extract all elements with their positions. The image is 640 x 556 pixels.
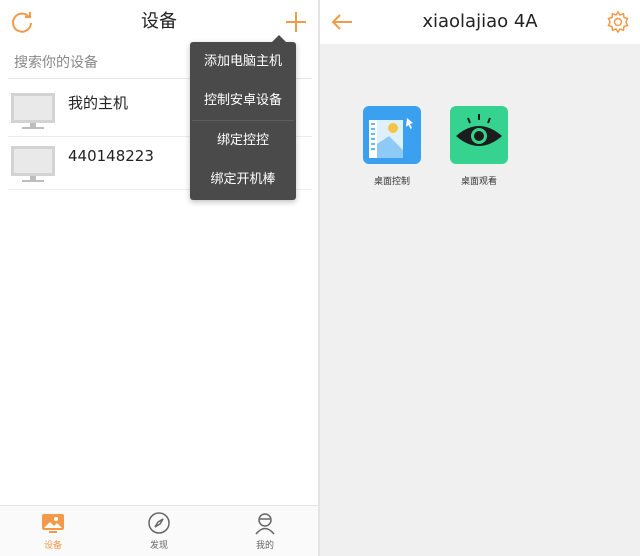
tab-devices[interactable]: 设备 xyxy=(0,506,106,556)
monitor-icon xyxy=(10,145,56,187)
devices-screen: 设备 我的主机 xyxy=(0,0,318,556)
menu-item-control-android[interactable]: 控制安卓设备 xyxy=(190,81,296,120)
profile-icon xyxy=(253,511,277,535)
page-title: 设备 xyxy=(141,11,177,32)
tab-label: 设备 xyxy=(43,541,62,551)
devices-icon xyxy=(41,511,65,535)
add-device-menu: 添加电脑主机 控制安卓设备 绑定控控 绑定开机棒 xyxy=(190,35,296,200)
bottom-tab-bar: 设备 发现 我的 xyxy=(0,505,318,556)
devices-header: 设备 xyxy=(0,0,318,44)
menu-caret xyxy=(272,35,286,42)
tab-profile[interactable]: 我的 xyxy=(212,506,318,556)
monitor-icon xyxy=(10,92,56,134)
compass-icon xyxy=(147,511,171,535)
app-label: 桌面控制 xyxy=(373,177,410,187)
desktop-control-icon xyxy=(363,106,421,164)
app-label: 桌面观看 xyxy=(460,177,497,187)
app-desktop-control[interactable]: 桌面控制 xyxy=(352,106,432,187)
device-title: xiaolajiao 4A xyxy=(422,11,538,32)
tab-discover[interactable]: 发现 xyxy=(106,506,212,556)
device-detail-screen: xiaolajiao 4A 桌面控制 桌面观看 xyxy=(320,0,640,556)
plus-icon[interactable] xyxy=(282,8,310,36)
menu-item-add-pc[interactable]: 添加电脑主机 xyxy=(190,42,296,81)
gear-icon[interactable] xyxy=(604,8,632,36)
tab-label: 发现 xyxy=(149,541,168,551)
detail-header: xiaolajiao 4A xyxy=(320,0,640,44)
device-name: 440148223 xyxy=(68,147,154,165)
app-desktop-watch[interactable]: 桌面观看 xyxy=(439,106,519,187)
menu-item-bind-boot-stick[interactable]: 绑定开机棒 xyxy=(190,160,296,199)
menu-item-bind-kongkong[interactable]: 绑定控控 xyxy=(190,121,296,160)
desktop-watch-eye-icon xyxy=(450,106,508,164)
tab-label: 我的 xyxy=(255,541,274,551)
device-name: 我的主机 xyxy=(68,94,129,112)
